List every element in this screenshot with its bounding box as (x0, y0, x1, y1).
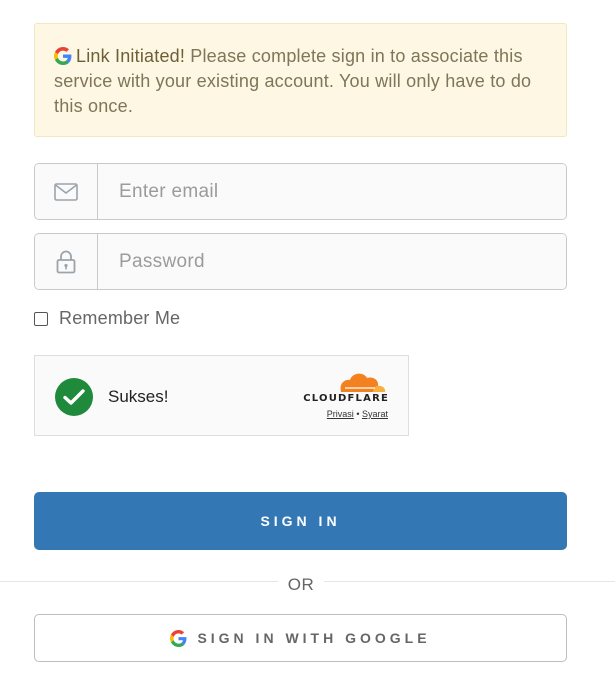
password-input[interactable] (98, 234, 566, 289)
remember-me-label: Remember Me (59, 308, 181, 328)
password-addon (35, 234, 98, 289)
success-check-icon (55, 378, 93, 416)
privacy-link[interactable]: Privasi (327, 409, 354, 419)
google-g-icon (54, 47, 72, 65)
cloudflare-wordmark: CLOUDFLARE (303, 393, 389, 404)
google-g-icon (170, 629, 187, 647)
envelope-icon (54, 182, 78, 201)
alert-title: Link Initiated! (76, 46, 186, 66)
sign-in-button[interactable]: SIGN IN (34, 492, 567, 550)
link-initiated-alert: Link Initiated! Please complete sign in … (34, 23, 567, 137)
email-input[interactable] (98, 164, 566, 219)
remember-me-checkbox[interactable] (34, 311, 48, 326)
remember-me[interactable]: Remember Me (34, 308, 180, 329)
email-addon (35, 164, 98, 219)
cloudflare-captcha[interactable]: Sukses! CLOUDFLARE Privasi • Syarat (34, 355, 409, 436)
password-field (34, 233, 567, 290)
lock-icon (56, 250, 76, 273)
captcha-status: Sukses! (108, 387, 169, 406)
or-divider-label: OR (278, 575, 324, 595)
cloudflare-cloud-icon (340, 373, 386, 392)
terms-link[interactable]: Syarat (362, 409, 388, 419)
email-field (34, 163, 567, 220)
captcha-links: Privasi • Syarat (327, 409, 388, 419)
links-separator: • (356, 409, 360, 419)
sign-in-with-google-button[interactable]: SIGN IN WITH GOOGLE (34, 614, 567, 662)
google-button-label: SIGN IN WITH GOOGLE (197, 630, 431, 646)
